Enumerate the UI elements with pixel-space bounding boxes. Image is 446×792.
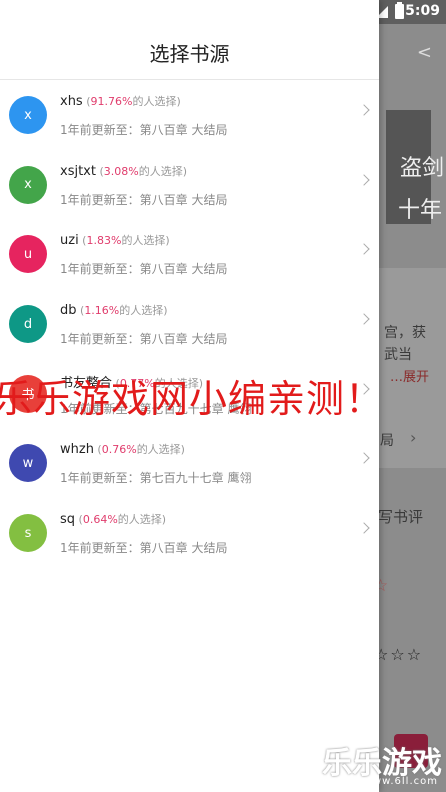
source-percentage: 91.76%: [90, 95, 133, 108]
source-percentage-suffix: 的人选择): [117, 513, 167, 527]
source-avatar: x: [9, 165, 47, 204]
paren-open: (: [82, 95, 91, 108]
source-item[interactable]: u uzi (1.83%的人选择) 1年前更新至：第八百章 大结局: [0, 219, 379, 289]
source-percentage-suffix: 的人选择): [119, 304, 168, 318]
source-percentage-suffix: 的人选择): [121, 234, 170, 248]
paren-open: (: [93, 443, 102, 457]
expand-link: …展开: [390, 370, 430, 385]
chevron-right-icon: [358, 522, 370, 534]
source-name-row: uzi (1.83%的人选择): [60, 232, 170, 248]
book-desc-line1: 宫，获: [384, 325, 426, 341]
book-desc-line2: 武当: [384, 347, 412, 363]
source-list: x xhs (91.76%的人选择) 1年前更新至：第八百章 大结局 x xsjtxt …: [0, 80, 379, 568]
source-percentage: 1.83%: [86, 234, 122, 248]
paren-open: (: [95, 164, 104, 178]
source-name-row: xhs (91.76%的人选择): [60, 93, 181, 109]
write-review-label: 写书评: [378, 508, 424, 526]
source-item[interactable]: x xhs (91.76%的人选择) 1年前更新至：第八百章 大结局: [0, 80, 379, 150]
source-avatar: x: [9, 96, 47, 134]
source-name-row: whzh (0.76%的人选择): [60, 441, 185, 457]
source-name-row: sq (0.64%的人选择): [60, 511, 166, 527]
source-name: db: [60, 303, 77, 319]
source-percentage: 1.16%: [84, 304, 120, 318]
watermark-url: www.6ll.com: [363, 776, 438, 787]
cover-title-line2: 十年: [398, 198, 443, 223]
source-item[interactable]: d db (1.16%的人选择) 1年前更新至：第八百章 大结局: [0, 289, 379, 359]
watermark-caption: 乐乐游戏网小编亲测！: [0, 377, 385, 421]
status-time: 5:09: [405, 3, 440, 19]
source-name: uzi: [60, 233, 79, 249]
source-name-row: xsjtxt (3.08%的人选择): [60, 163, 187, 179]
chevron-right-icon: [358, 104, 370, 116]
source-avatar: u: [9, 235, 47, 274]
chevron-right-icon: [358, 313, 370, 325]
source-update-text: 1年前更新至：第八百章 大结局: [60, 192, 228, 207]
source-update-text: 1年前更新至：第八百章 大结局: [60, 332, 228, 347]
chevron-right-icon: [358, 243, 370, 256]
chevron-right-icon: [358, 174, 370, 186]
source-percentage-suffix: 的人选择): [138, 164, 188, 178]
source-update-text: 1年前更新至：第八百章 大结局: [60, 262, 228, 277]
source-percentage-suffix: 的人选择): [132, 95, 181, 108]
source-avatar: d: [9, 305, 47, 344]
source-percentage-suffix: 的人选择): [136, 443, 185, 457]
source-name-row: db (1.16%的人选择): [60, 302, 168, 318]
source-percentage: 0.64%: [82, 513, 118, 527]
source-name: whzh: [60, 442, 94, 458]
source-update-text: 1年前更新至：第八百章 大结局: [60, 123, 228, 137]
source-item[interactable]: w whzh (0.76%的人选择) 1年前更新至：第七百九十七章 鹰翎: [0, 428, 379, 498]
chevron-right-icon: [358, 452, 370, 465]
source-item[interactable]: s sq (0.64%的人选择) 1年前更新至：第八百章 大结局: [0, 498, 379, 568]
source-update-text: 1年前更新至：第八百章 大结局: [60, 541, 228, 556]
source-avatar: w: [9, 444, 47, 483]
source-name: sq: [60, 512, 76, 528]
source-item[interactable]: x xsjtxt (3.08%的人选择) 1年前更新至：第八百章 大结局: [0, 150, 379, 220]
paren-open: (: [75, 513, 83, 527]
rating-stars: ☆☆☆: [374, 645, 424, 664]
source-update-text: 1年前更新至：第七百九十七章 鹰翎: [60, 471, 252, 486]
chapter-row: 局: [380, 433, 394, 449]
source-percentage: 0.76%: [101, 443, 137, 457]
source-name: xsjtxt: [60, 163, 96, 179]
source-percentage: 3.08%: [103, 164, 139, 178]
source-name: xhs: [60, 94, 83, 109]
battery-icon: [395, 2, 404, 19]
drawer-title: 选择书源: [149, 42, 230, 66]
share-icon: <: [416, 42, 432, 63]
chevron-right-icon: ›: [410, 428, 417, 447]
cover-title-line1: 盗剑: [400, 156, 445, 181]
source-avatar: s: [9, 514, 47, 553]
